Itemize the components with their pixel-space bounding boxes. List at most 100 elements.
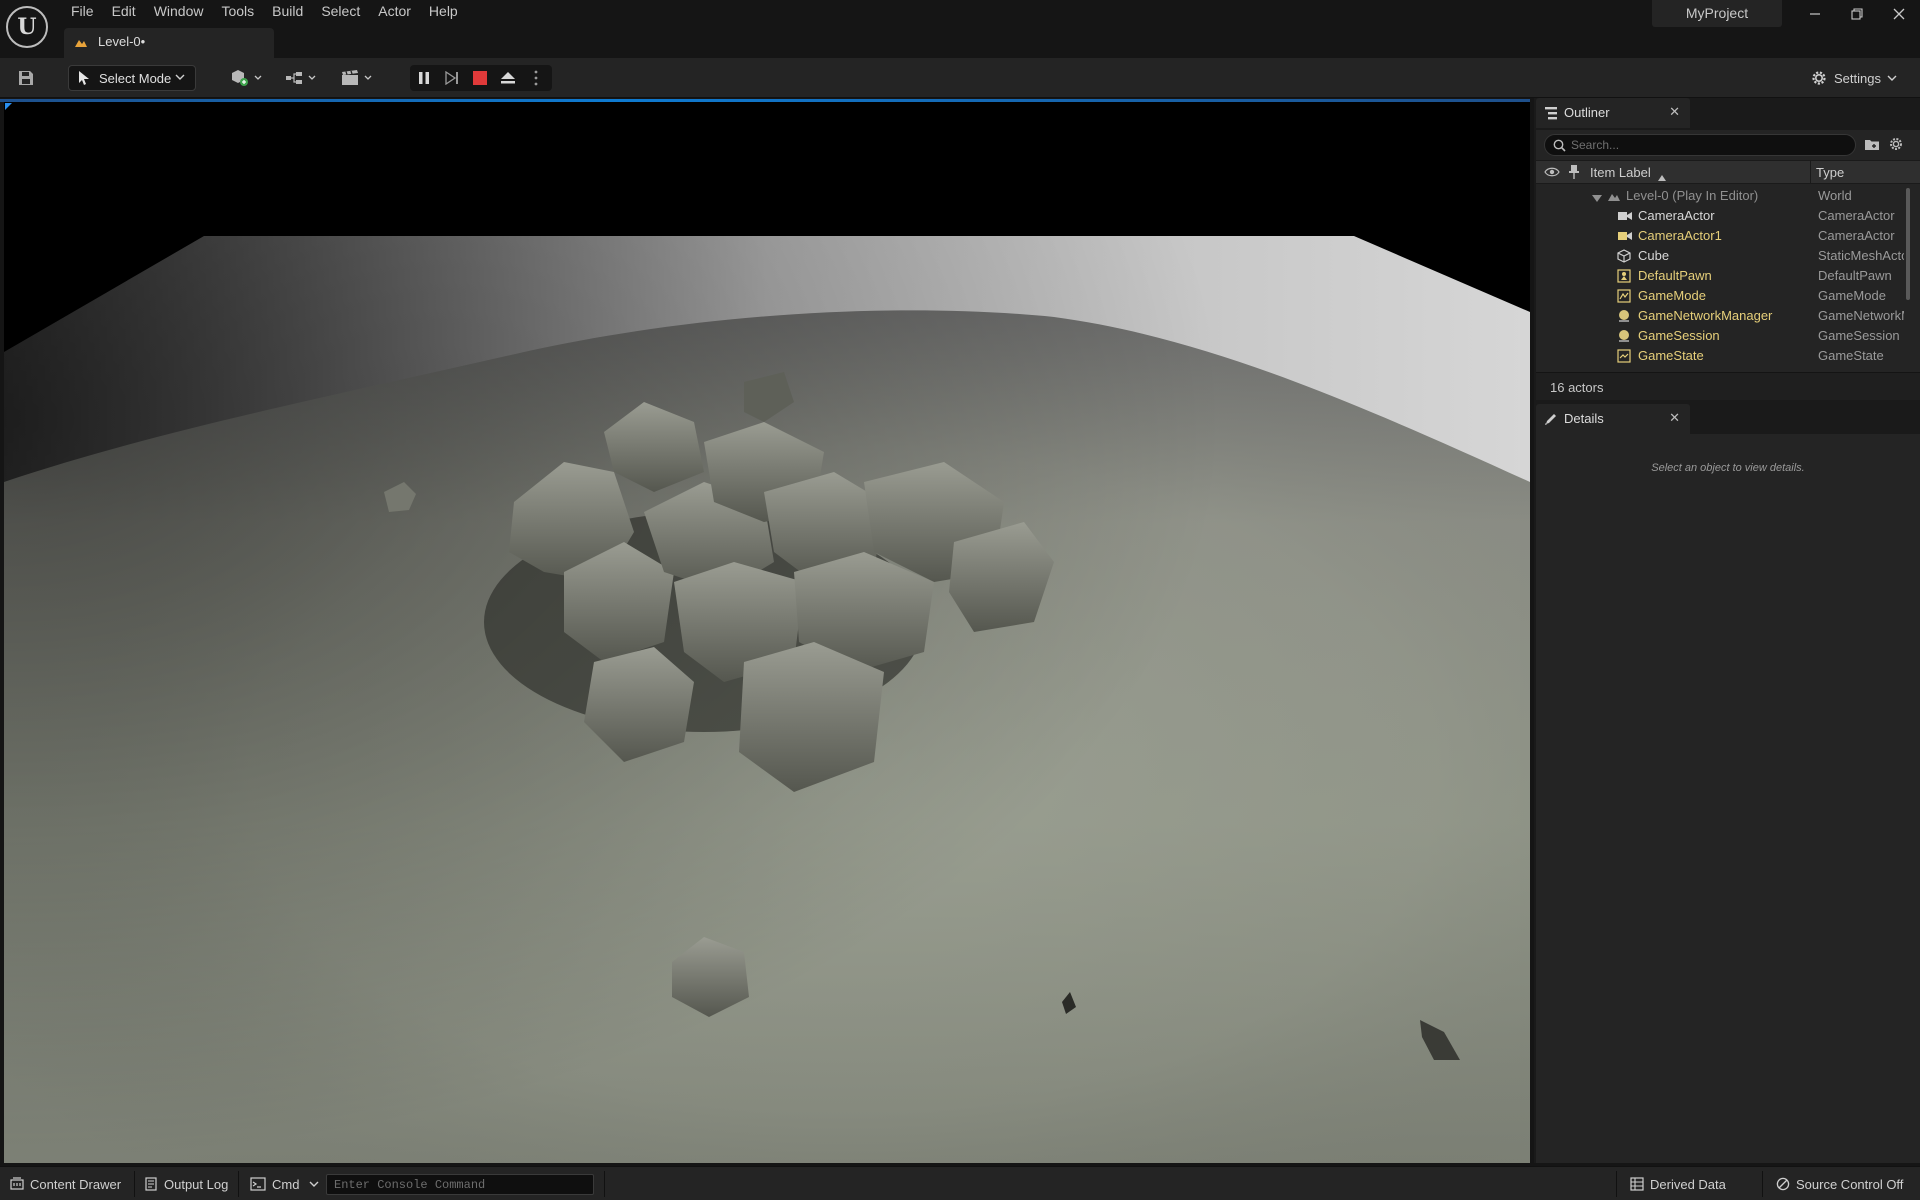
outliner-row-world[interactable]: Level-0 (Play In Editor) World <box>1536 186 1906 206</box>
menu-file[interactable]: File <box>62 0 103 24</box>
status-bar: Content Drawer Output Log Cmd Derived Da… <box>0 1166 1920 1200</box>
save-icon[interactable] <box>12 65 40 91</box>
outliner-row[interactable]: DefaultPawn DefaultPawn <box>1536 266 1906 286</box>
status-divider <box>134 1171 135 1197</box>
visibility-eye-icon[interactable] <box>1544 166 1560 181</box>
outliner-row[interactable]: CameraActor1 CameraActor <box>1536 226 1906 246</box>
menu-select[interactable]: Select <box>312 0 369 24</box>
pause-icon[interactable] <box>410 65 438 91</box>
gear-icon <box>1812 71 1826 85</box>
tab-level[interactable]: Level-0• <box>64 28 274 58</box>
outliner-row[interactable]: GameState GameState <box>1536 346 1906 366</box>
title-bar: U File Edit Window Tools Build Select Ac… <box>0 0 1920 58</box>
close-window-icon[interactable] <box>1886 4 1912 28</box>
console-command-input[interactable] <box>326 1174 594 1195</box>
main-toolbar: Select Mode Settings <box>0 58 1920 98</box>
menu-bar: File Edit Window Tools Build Select Acto… <box>62 0 467 24</box>
gamemode-icon <box>1617 289 1631 306</box>
more-options-icon[interactable] <box>522 65 550 91</box>
menu-edit[interactable]: Edit <box>103 0 145 24</box>
clapperboard-icon <box>342 70 372 85</box>
close-icon[interactable]: ✕ <box>1669 104 1680 120</box>
chevron-down-icon <box>175 74 185 80</box>
outliner-column-header: Item Label Type <box>1536 160 1920 184</box>
menu-tools[interactable]: Tools <box>212 0 263 24</box>
derived-data-label: Derived Data <box>1650 1176 1726 1192</box>
status-divider <box>1762 1171 1763 1197</box>
search-input[interactable] <box>1571 136 1851 154</box>
level-viewport[interactable] <box>4 102 1530 1163</box>
select-mode-dropdown[interactable]: Select Mode <box>68 65 196 91</box>
output-log-label: Output Log <box>164 1176 229 1192</box>
derived-data-icon <box>1630 1177 1644 1191</box>
manager-icon <box>1617 309 1631 326</box>
tab-details[interactable]: Details ✕ <box>1536 404 1690 434</box>
tab-outliner[interactable]: Outliner ✕ <box>1536 98 1690 128</box>
column-divider[interactable] <box>1810 160 1811 184</box>
output-log-button[interactable]: Output Log <box>144 1167 228 1200</box>
pin-icon[interactable] <box>1568 164 1580 183</box>
outliner-icon <box>1544 106 1558 123</box>
outliner-row[interactable]: GameMode GameMode <box>1536 286 1906 306</box>
viewport-options-marker[interactable] <box>5 103 12 110</box>
outliner-scrollbar[interactable] <box>1906 188 1910 300</box>
add-folder-icon[interactable] <box>1864 136 1882 154</box>
chevron-down-icon[interactable] <box>1592 191 1602 206</box>
outliner-row[interactable]: GameSession GameSession <box>1536 326 1906 346</box>
gamestate-icon <box>1617 349 1631 366</box>
outliner-row[interactable]: GameNetworkManager GameNetworkManager <box>1536 306 1906 326</box>
source-control-label: Source Control Off <box>1796 1176 1904 1192</box>
blueprint-icon <box>286 72 316 84</box>
camera-icon <box>1617 229 1633 246</box>
cinematics-button[interactable] <box>336 65 378 91</box>
row-type: World <box>1818 188 1852 203</box>
menu-actor[interactable]: Actor <box>369 0 420 24</box>
status-divider <box>604 1171 605 1197</box>
unreal-logo-icon[interactable]: U <box>6 6 48 48</box>
menu-help[interactable]: Help <box>420 0 467 24</box>
outliner-search[interactable] <box>1544 134 1856 156</box>
column-type[interactable]: Type <box>1816 165 1844 180</box>
row-name: GameMode <box>1638 288 1706 303</box>
add-actor-button[interactable] <box>226 65 266 91</box>
blueprint-button[interactable] <box>280 65 322 91</box>
content-drawer-icon <box>10 1177 24 1190</box>
derived-data-button[interactable]: Derived Data <box>1630 1167 1726 1200</box>
level-tab-label: Level-0• <box>98 34 146 49</box>
outliner-row[interactable]: CameraActor CameraActor <box>1536 206 1906 226</box>
actor-count-bar: 16 actors <box>1536 372 1920 400</box>
row-type: CameraActor <box>1818 208 1895 223</box>
row-type: DefaultPawn <box>1818 268 1892 283</box>
project-name: MyProject <box>1652 0 1782 27</box>
content-drawer-button[interactable]: Content Drawer <box>10 1167 121 1200</box>
eject-icon[interactable] <box>494 65 522 91</box>
column-item-label[interactable]: Item Label <box>1590 165 1651 180</box>
cmd-dropdown[interactable]: Cmd <box>250 1167 319 1200</box>
play-controls <box>410 65 552 91</box>
menu-window[interactable]: Window <box>145 0 213 24</box>
outliner-settings-icon[interactable] <box>1888 136 1906 154</box>
step-frame-icon[interactable] <box>438 65 466 91</box>
source-control-button[interactable]: Source Control Off <box>1776 1167 1903 1200</box>
cmd-label: Cmd <box>272 1176 300 1192</box>
menu-build[interactable]: Build <box>263 0 312 24</box>
level-icon <box>74 35 88 52</box>
select-mode-icon <box>79 71 89 85</box>
minimize-icon[interactable] <box>1802 4 1828 28</box>
terminal-icon <box>250 1177 266 1191</box>
outliner-row[interactable]: Cube StaticMeshActor <box>1536 246 1906 266</box>
stop-icon[interactable] <box>466 65 494 91</box>
restore-icon[interactable] <box>1844 4 1870 28</box>
details-empty-message: Select an object to view details. <box>1651 462 1805 474</box>
settings-button[interactable]: Settings <box>1810 65 1910 91</box>
row-name: CameraActor <box>1638 208 1715 223</box>
viewport-scene-render <box>4 102 1530 1163</box>
row-name: DefaultPawn <box>1638 268 1712 283</box>
content-drawer-label: Content Drawer <box>30 1176 122 1192</box>
close-icon[interactable]: ✕ <box>1669 410 1680 426</box>
outliner-tab-label: Outliner <box>1564 105 1610 120</box>
details-panel <box>1536 434 1920 1163</box>
chevron-down-icon <box>309 1181 319 1187</box>
row-name: Level-0 (Play In Editor) <box>1626 188 1759 203</box>
search-icon <box>1553 139 1566 155</box>
